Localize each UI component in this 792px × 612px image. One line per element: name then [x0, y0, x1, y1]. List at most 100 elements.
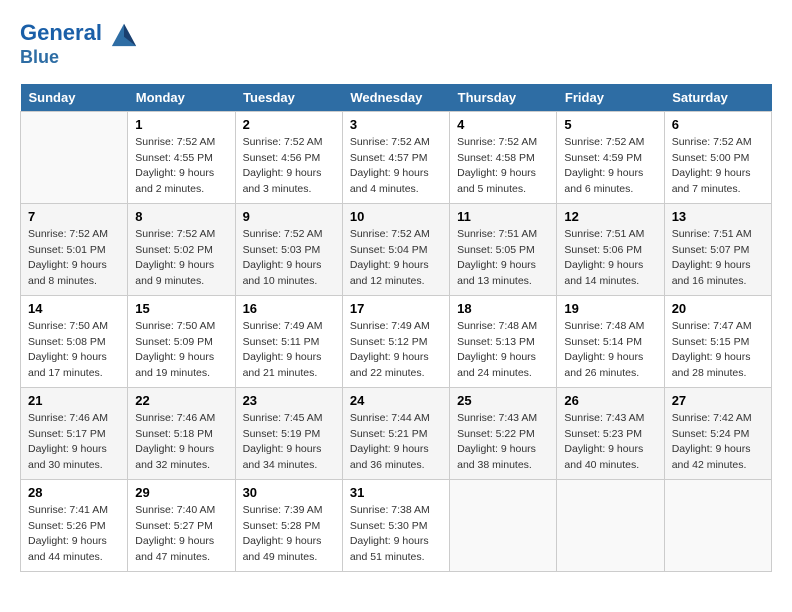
day-number: 31 [350, 485, 442, 500]
calendar-cell [21, 111, 128, 203]
week-row-1: 1 Sunrise: 7:52 AMSunset: 4:55 PMDaylight… [21, 111, 772, 203]
day-number: 8 [135, 209, 227, 224]
day-detail: Sunrise: 7:46 AMSunset: 5:17 PMDaylight:… [28, 411, 120, 474]
day-number: 4 [457, 117, 549, 132]
calendar-cell [664, 479, 771, 571]
day-detail: Sunrise: 7:52 AMSunset: 4:57 PMDaylight:… [350, 135, 442, 198]
day-detail: Sunrise: 7:49 AMSunset: 5:11 PMDaylight:… [243, 319, 335, 382]
day-number: 21 [28, 393, 120, 408]
day-detail: Sunrise: 7:42 AMSunset: 5:24 PMDaylight:… [672, 411, 764, 474]
col-header-friday: Friday [557, 84, 664, 112]
calendar-cell: 21 Sunrise: 7:46 AMSunset: 5:17 PMDayligh… [21, 387, 128, 479]
day-number: 24 [350, 393, 442, 408]
calendar-cell: 28 Sunrise: 7:41 AMSunset: 5:26 PMDayligh… [21, 479, 128, 571]
day-detail: Sunrise: 7:43 AMSunset: 5:22 PMDaylight:… [457, 411, 549, 474]
day-detail: Sunrise: 7:52 AMSunset: 4:58 PMDaylight:… [457, 135, 549, 198]
day-detail: Sunrise: 7:38 AMSunset: 5:30 PMDaylight:… [350, 503, 442, 566]
calendar-cell: 30 Sunrise: 7:39 AMSunset: 5:28 PMDayligh… [235, 479, 342, 571]
calendar-cell: 20Sunrise: 7:47 AMSunset: 5:15 PMDayligh… [664, 295, 771, 387]
day-detail: Sunrise: 7:46 AMSunset: 5:18 PMDaylight:… [135, 411, 227, 474]
day-detail: Sunrise: 7:52 AMSunset: 5:01 PMDaylight:… [28, 227, 120, 290]
calendar-cell: 12 Sunrise: 7:51 AMSunset: 5:06 PMDayligh… [557, 203, 664, 295]
day-detail: Sunrise: 7:41 AMSunset: 5:26 PMDaylight:… [28, 503, 120, 566]
calendar-cell [557, 479, 664, 571]
calendar-cell: 14 Sunrise: 7:50 AMSunset: 5:08 PMDayligh… [21, 295, 128, 387]
calendar-cell: 7Sunrise: 7:52 AMSunset: 5:01 PMDaylight… [21, 203, 128, 295]
col-header-tuesday: Tuesday [235, 84, 342, 112]
day-detail: Sunrise: 7:52 AMSunset: 5:02 PMDaylight:… [135, 227, 227, 290]
day-detail: Sunrise: 7:52 AMSunset: 4:56 PMDaylight:… [243, 135, 335, 198]
day-number: 25 [457, 393, 549, 408]
calendar-cell: 10 Sunrise: 7:52 AMSunset: 5:04 PMDayligh… [342, 203, 449, 295]
day-number: 17 [350, 301, 442, 316]
col-header-saturday: Saturday [664, 84, 771, 112]
calendar-cell: 29 Sunrise: 7:40 AMSunset: 5:27 PMDayligh… [128, 479, 235, 571]
calendar-cell: 23 Sunrise: 7:45 AMSunset: 5:19 PMDayligh… [235, 387, 342, 479]
day-detail: Sunrise: 7:52 AMSunset: 5:00 PMDaylight:… [672, 135, 764, 198]
calendar-cell: 18Sunrise: 7:48 AMSunset: 5:13 PMDayligh… [450, 295, 557, 387]
day-detail: Sunrise: 7:49 AMSunset: 5:12 PMDaylight:… [350, 319, 442, 382]
day-detail: Sunrise: 7:52 AMSunset: 4:59 PMDaylight:… [564, 135, 656, 198]
calendar-cell: 1 Sunrise: 7:52 AMSunset: 4:55 PMDaylight… [128, 111, 235, 203]
page-header: General Blue [20, 20, 772, 68]
calendar-cell: 25 Sunrise: 7:43 AMSunset: 5:22 PMDayligh… [450, 387, 557, 479]
day-detail: Sunrise: 7:40 AMSunset: 5:27 PMDaylight:… [135, 503, 227, 566]
day-number: 13 [672, 209, 764, 224]
day-detail: Sunrise: 7:44 AMSunset: 5:21 PMDaylight:… [350, 411, 442, 474]
calendar-cell: 13Sunrise: 7:51 AMSunset: 5:07 PMDayligh… [664, 203, 771, 295]
day-number: 22 [135, 393, 227, 408]
day-number: 10 [350, 209, 442, 224]
calendar-cell: 6Sunrise: 7:52 AMSunset: 5:00 PMDaylight… [664, 111, 771, 203]
week-row-2: 7Sunrise: 7:52 AMSunset: 5:01 PMDaylight… [21, 203, 772, 295]
day-number: 20 [672, 301, 764, 316]
day-detail: Sunrise: 7:52 AMSunset: 4:55 PMDaylight:… [135, 135, 227, 198]
day-detail: Sunrise: 7:50 AMSunset: 5:08 PMDaylight:… [28, 319, 120, 382]
calendar-cell: 26 Sunrise: 7:43 AMSunset: 5:23 PMDayligh… [557, 387, 664, 479]
day-number: 26 [564, 393, 656, 408]
day-detail: Sunrise: 7:48 AMSunset: 5:14 PMDaylight:… [564, 319, 656, 382]
day-number: 16 [243, 301, 335, 316]
calendar-cell: 16 Sunrise: 7:49 AMSunset: 5:11 PMDayligh… [235, 295, 342, 387]
day-number: 9 [243, 209, 335, 224]
day-number: 19 [564, 301, 656, 316]
day-number: 28 [28, 485, 120, 500]
day-number: 1 [135, 117, 227, 132]
day-detail: Sunrise: 7:39 AMSunset: 5:28 PMDaylight:… [243, 503, 335, 566]
calendar-cell: 17 Sunrise: 7:49 AMSunset: 5:12 PMDayligh… [342, 295, 449, 387]
header-row: SundayMondayTuesdayWednesdayThursdayFrid… [21, 84, 772, 112]
col-header-monday: Monday [128, 84, 235, 112]
calendar-cell: 19 Sunrise: 7:48 AMSunset: 5:14 PMDayligh… [557, 295, 664, 387]
calendar-cell: 5Sunrise: 7:52 AMSunset: 4:59 PMDaylight… [557, 111, 664, 203]
calendar-cell: 24 Sunrise: 7:44 AMSunset: 5:21 PMDayligh… [342, 387, 449, 479]
logo: General Blue [20, 20, 138, 68]
col-header-sunday: Sunday [21, 84, 128, 112]
day-detail: Sunrise: 7:48 AMSunset: 5:13 PMDaylight:… [457, 319, 549, 382]
day-number: 30 [243, 485, 335, 500]
day-number: 2 [243, 117, 335, 132]
calendar-cell: 9 Sunrise: 7:52 AMSunset: 5:03 PMDaylight… [235, 203, 342, 295]
day-detail: Sunrise: 7:52 AMSunset: 5:03 PMDaylight:… [243, 227, 335, 290]
week-row-4: 21 Sunrise: 7:46 AMSunset: 5:17 PMDayligh… [21, 387, 772, 479]
day-detail: Sunrise: 7:51 AMSunset: 5:06 PMDaylight:… [564, 227, 656, 290]
day-detail: Sunrise: 7:43 AMSunset: 5:23 PMDaylight:… [564, 411, 656, 474]
calendar-cell: 22 Sunrise: 7:46 AMSunset: 5:18 PMDayligh… [128, 387, 235, 479]
day-detail: Sunrise: 7:45 AMSunset: 5:19 PMDaylight:… [243, 411, 335, 474]
day-detail: Sunrise: 7:52 AMSunset: 5:04 PMDaylight:… [350, 227, 442, 290]
day-detail: Sunrise: 7:51 AMSunset: 5:05 PMDaylight:… [457, 227, 549, 290]
calendar-cell: 2 Sunrise: 7:52 AMSunset: 4:56 PMDaylight… [235, 111, 342, 203]
day-number: 15 [135, 301, 227, 316]
calendar-cell: 27 Sunrise: 7:42 AMSunset: 5:24 PMDayligh… [664, 387, 771, 479]
col-header-thursday: Thursday [450, 84, 557, 112]
day-number: 27 [672, 393, 764, 408]
calendar-cell: 8 Sunrise: 7:52 AMSunset: 5:02 PMDaylight… [128, 203, 235, 295]
day-number: 3 [350, 117, 442, 132]
day-number: 14 [28, 301, 120, 316]
day-number: 23 [243, 393, 335, 408]
day-number: 12 [564, 209, 656, 224]
calendar-table: SundayMondayTuesdayWednesdayThursdayFrid… [20, 84, 772, 572]
calendar-cell: 4 Sunrise: 7:52 AMSunset: 4:58 PMDaylight… [450, 111, 557, 203]
week-row-3: 14 Sunrise: 7:50 AMSunset: 5:08 PMDayligh… [21, 295, 772, 387]
calendar-cell: 15Sunrise: 7:50 AMSunset: 5:09 PMDayligh… [128, 295, 235, 387]
day-number: 29 [135, 485, 227, 500]
day-number: 11 [457, 209, 549, 224]
